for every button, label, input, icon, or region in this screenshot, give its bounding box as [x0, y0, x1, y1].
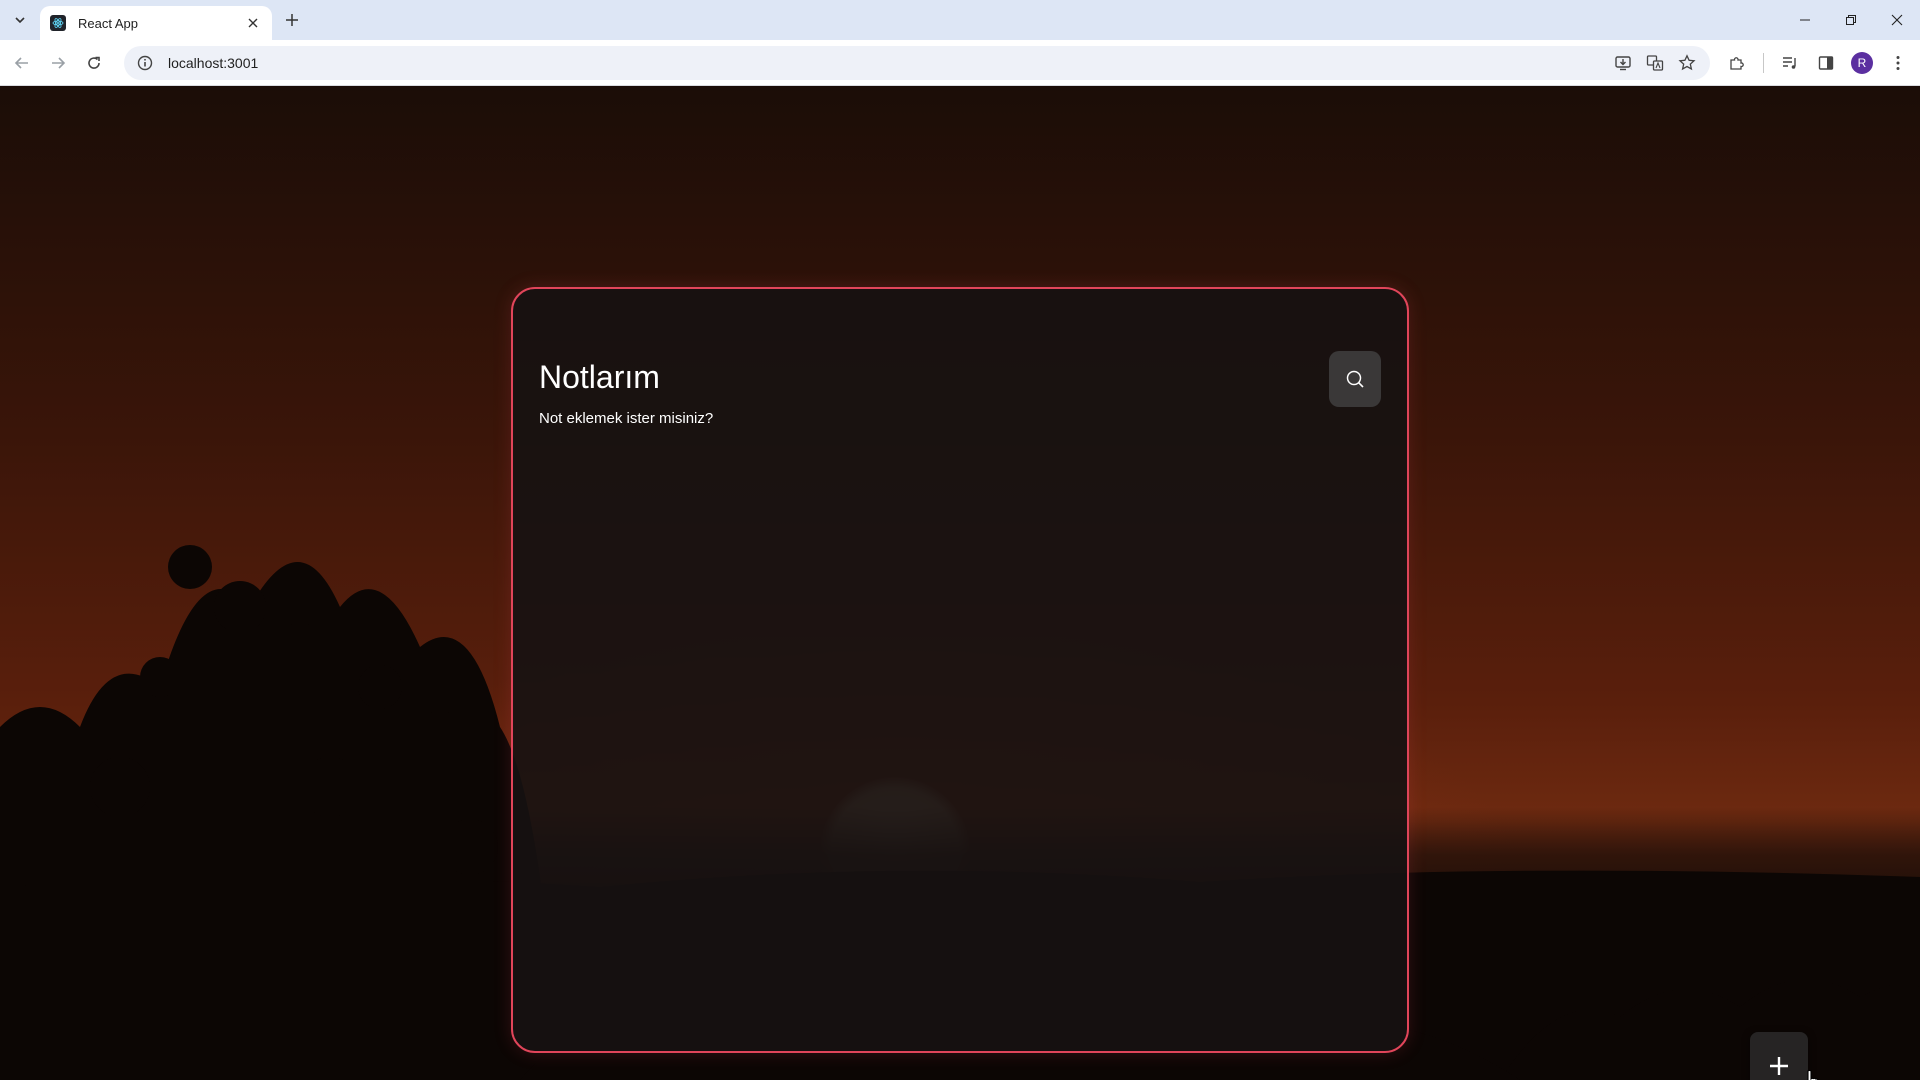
extensions-puzzle-icon[interactable]: [1723, 49, 1751, 77]
toolbar-separator: [1763, 53, 1764, 73]
restore-button[interactable]: [1828, 0, 1874, 40]
minimize-icon: [1800, 19, 1810, 21]
search-icon: [1346, 370, 1364, 388]
close-icon: [1891, 14, 1903, 26]
media-control-icon[interactable]: [1776, 49, 1804, 77]
bookmark-star-icon[interactable]: [1676, 52, 1698, 74]
avatar: R: [1851, 52, 1873, 74]
notes-panel: Notlarım Not eklemek ister misiniz?: [511, 287, 1409, 1053]
arrow-left-icon: [14, 57, 28, 69]
chevron-down-icon: [15, 17, 25, 24]
add-note-button[interactable]: [1750, 1032, 1808, 1080]
page-subtitle: Not eklemek ister misiniz?: [539, 410, 714, 427]
browser-menu-button[interactable]: [1884, 49, 1912, 77]
translate-icon[interactable]: [1644, 52, 1666, 74]
browser-toolbar: localhost:3001 R: [0, 40, 1920, 86]
window-controls: [1782, 0, 1920, 40]
tab-close-button[interactable]: [244, 14, 262, 32]
close-window-button[interactable]: [1874, 0, 1920, 40]
tab-search-button[interactable]: [8, 8, 32, 32]
reload-button[interactable]: [80, 49, 108, 77]
browser-tabstrip: React App: [0, 0, 1920, 40]
install-app-icon[interactable]: [1612, 52, 1634, 74]
search-button[interactable]: [1329, 351, 1381, 407]
minimize-button[interactable]: [1782, 0, 1828, 40]
forward-button[interactable]: [44, 49, 72, 77]
address-bar[interactable]: localhost:3001: [124, 46, 1710, 80]
back-button[interactable]: [8, 49, 36, 77]
page-viewport: Notlarım Not eklemek ister misiniz?: [0, 87, 1920, 1080]
tab-title: React App: [78, 15, 138, 31]
side-panel-icon[interactable]: [1812, 49, 1840, 77]
more-vertical-icon: [1896, 56, 1900, 70]
react-favicon-icon: [50, 15, 66, 31]
address-url: localhost:3001: [168, 55, 259, 71]
site-info-icon[interactable]: [136, 54, 154, 72]
reload-icon: [88, 56, 100, 69]
restore-icon: [1846, 15, 1856, 25]
page-title: Notlarım: [539, 359, 660, 395]
plus-icon: [286, 14, 298, 26]
close-icon: [248, 18, 258, 28]
arrow-right-icon: [52, 57, 66, 69]
new-tab-button[interactable]: [280, 8, 304, 32]
browser-tab-active[interactable]: React App: [40, 6, 272, 40]
profile-avatar[interactable]: R: [1848, 49, 1876, 77]
hand-pointer-cursor-icon: [1807, 1069, 1819, 1080]
plus-icon: [1770, 1057, 1788, 1075]
